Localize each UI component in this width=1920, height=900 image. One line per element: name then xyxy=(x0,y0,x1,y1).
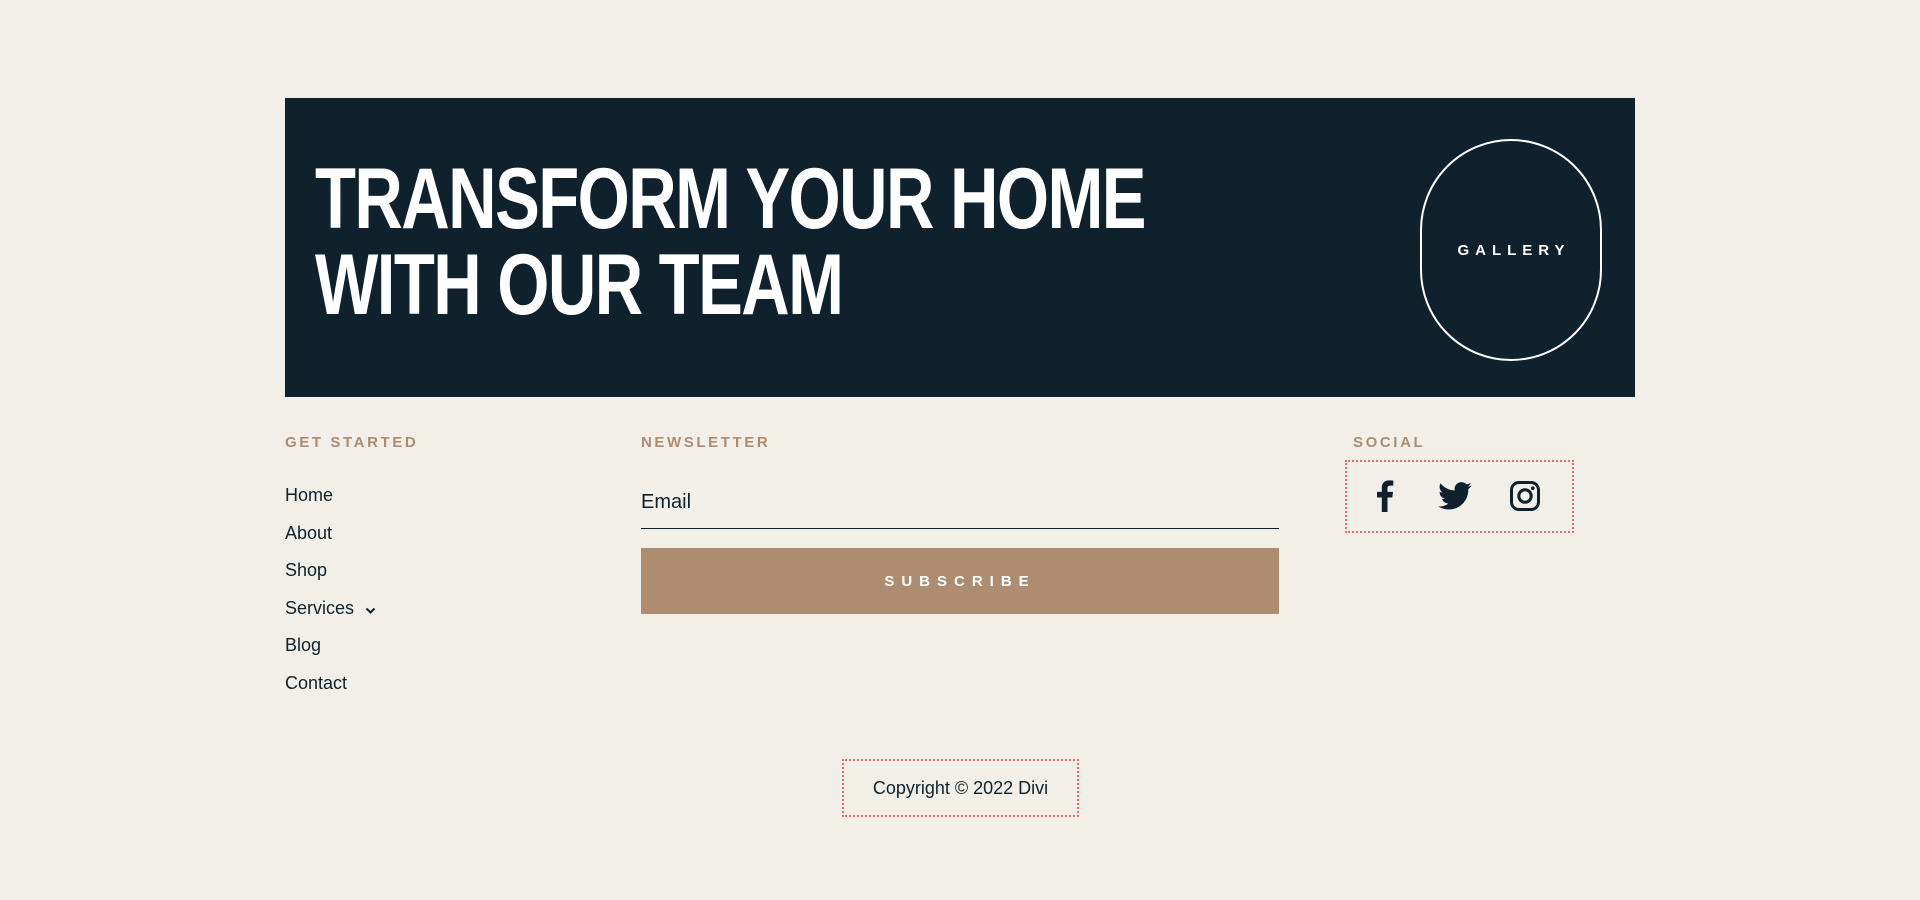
nav-item-services: Services xyxy=(285,591,376,629)
nav-link-services[interactable]: Services xyxy=(285,598,354,618)
social-icons xyxy=(1345,460,1574,533)
twitter-icon[interactable] xyxy=(1438,479,1472,513)
nav-link-contact[interactable]: Contact xyxy=(285,673,347,693)
get-started-heading: GET STARTED xyxy=(285,434,419,451)
facebook-icon[interactable] xyxy=(1368,479,1402,513)
social-heading: SOCIAL xyxy=(1353,434,1426,451)
nav-link-blog[interactable]: Blog xyxy=(285,635,321,655)
nav-item-shop: Shop xyxy=(285,553,376,591)
nav-link-home[interactable]: Home xyxy=(285,485,333,505)
gallery-button[interactable]: GALLERY xyxy=(1420,139,1602,361)
nav-item-home: Home xyxy=(285,478,376,516)
newsletter-heading: NEWSLETTER xyxy=(641,434,771,451)
hero-title-line-1: Transform your home xyxy=(315,151,1147,247)
nav-item-about: About xyxy=(285,516,376,554)
hero-title-line-2: with our team xyxy=(315,237,844,333)
nav-item-blog: Blog xyxy=(285,628,376,666)
nav-link-shop[interactable]: Shop xyxy=(285,560,327,580)
hero-title: Transform your home with our team xyxy=(315,151,1147,333)
instagram-icon[interactable] xyxy=(1508,479,1542,513)
nav-item-contact: Contact xyxy=(285,666,376,704)
copyright-text: Copyright © 2022 Divi xyxy=(842,759,1079,817)
footer-nav: Home About Shop Services Blog Contact xyxy=(285,478,376,704)
subscribe-button[interactable]: SUBSCRIBE xyxy=(641,548,1279,614)
hero-banner: Transform your home with our team GALLER… xyxy=(285,98,1635,397)
chevron-down-icon[interactable] xyxy=(365,592,376,626)
nav-link-about[interactable]: About xyxy=(285,523,332,543)
email-input[interactable] xyxy=(641,477,1279,529)
